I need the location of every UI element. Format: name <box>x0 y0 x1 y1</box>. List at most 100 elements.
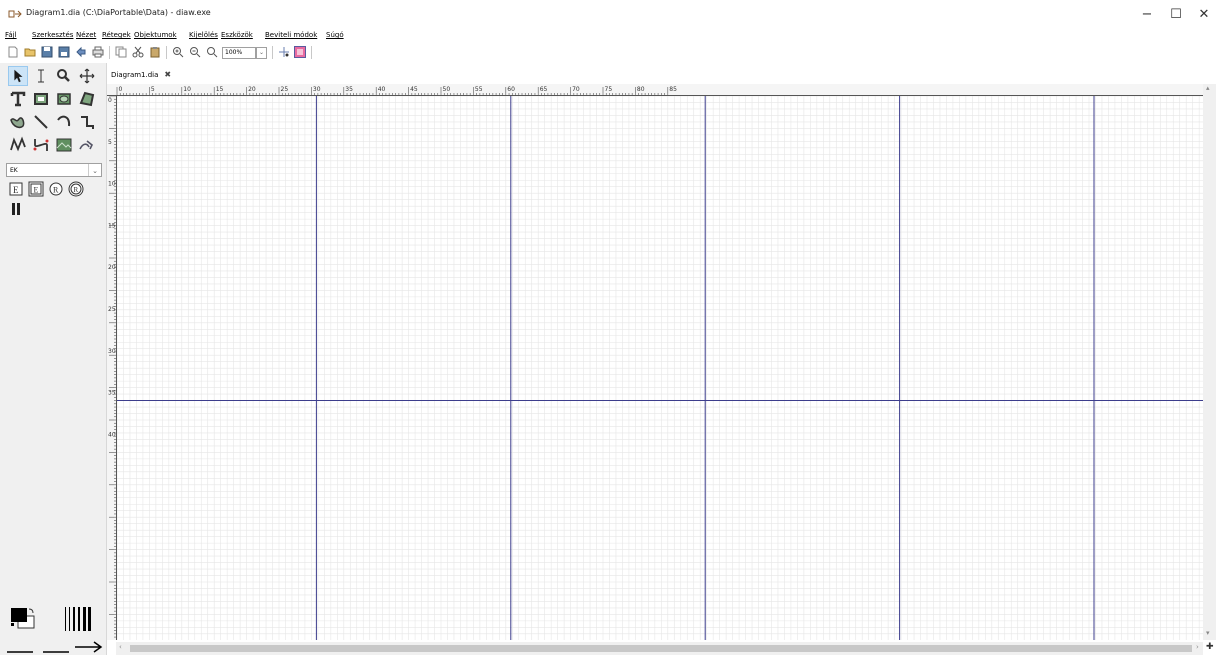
vertical-scrollbar[interactable]: ▴ ▾ <box>1203 84 1216 640</box>
ruler-v-label: 35 <box>108 390 116 397</box>
menu-select[interactable]: Kijelölés <box>189 31 218 39</box>
open-icon[interactable] <box>24 46 36 58</box>
line-icon[interactable] <box>31 112 51 132</box>
ruler-h-label: 80 <box>637 86 645 93</box>
menu-help[interactable]: Súgó <box>326 31 344 39</box>
ruler-h-label: 45 <box>410 86 418 93</box>
zoom-fit-icon[interactable] <box>206 46 218 58</box>
snap-to-objects-icon[interactable] <box>294 46 306 58</box>
canvas-area: 0 5 10 15 20 25 30 35 40 45 50 55 60 65 70 75 80 85 0 5 10 1… <box>107 84 1216 655</box>
svg-text:E: E <box>13 185 19 195</box>
zoom-in-icon[interactable] <box>172 46 184 58</box>
menu-layers[interactable]: Rétegek <box>102 31 131 39</box>
ruler-v-label: 0 <box>108 97 112 104</box>
line-width-selector[interactable] <box>62 605 92 633</box>
ruler-v-label: 10 <box>108 181 116 188</box>
ruler-v-label: 5 <box>108 139 112 146</box>
dia-app-icon <box>8 10 22 18</box>
cut-icon[interactable] <box>132 46 144 58</box>
horizontal-scrollbar[interactable]: ‹ › <box>116 642 1203 655</box>
horizontal-ruler: 0 5 10 15 20 25 30 35 40 45 50 55 60 65 70 75 80 85 <box>107 84 1203 96</box>
toolbox-panel: EK ⌄ E E R R <box>0 63 107 655</box>
toolbar-separator <box>109 46 110 59</box>
diagram-canvas[interactable]: 0 5 10 15 20 25 30 35 40 45 50 55 60 65 70 75 80 85 0 5 10 1… <box>107 84 1216 655</box>
outline-icon[interactable] <box>77 135 97 155</box>
export-icon[interactable] <box>75 46 87 58</box>
attribute-icon[interactable] <box>8 201 24 217</box>
ruler-h-label: 25 <box>281 86 289 93</box>
menu-tools[interactable]: Eszközök <box>221 31 253 39</box>
scroll-down-icon[interactable]: ▾ <box>1206 629 1210 637</box>
menu-objects[interactable]: Objektumok <box>134 31 177 39</box>
save-icon[interactable] <box>41 46 53 58</box>
menu-view[interactable]: Nézet <box>76 31 96 39</box>
menu-edit[interactable]: Szerkesztés <box>32 31 73 39</box>
weak-entity-icon[interactable]: E <box>28 181 44 197</box>
ruler-h-label: 35 <box>345 86 353 93</box>
bezier-line-icon[interactable] <box>31 135 51 155</box>
beziergon-icon[interactable] <box>8 112 28 132</box>
zigzag-line-icon[interactable] <box>77 112 97 132</box>
new-icon[interactable] <box>7 46 19 58</box>
window-title: Diagram1.dia (C:\DiaPortable\Data) - dia… <box>26 8 211 17</box>
tab-close-icon[interactable]: ✖ <box>164 70 171 79</box>
ruler-v-label: 25 <box>108 306 116 313</box>
weak-relationship-icon[interactable]: R <box>68 181 84 197</box>
snap-to-grid-icon[interactable] <box>278 46 290 58</box>
minimize-button[interactable]: − <box>1133 5 1161 25</box>
horizontal-scroll-thumb[interactable] <box>130 645 1192 652</box>
tab-diagram1[interactable]: Diagram1.dia ✖ <box>107 68 175 84</box>
tab-label: Diagram1.dia <box>111 71 159 79</box>
svg-text:R: R <box>53 186 59 195</box>
color-selector[interactable] <box>10 607 36 629</box>
toolbar-separator <box>311 46 312 59</box>
ruler-h-label: 85 <box>669 86 677 93</box>
sheet-selector[interactable]: EK ⌄ <box>6 163 102 177</box>
ruler-h-label: 20 <box>248 86 256 93</box>
image-icon[interactable] <box>54 135 74 155</box>
line-end-selector[interactable] <box>74 639 104 653</box>
svg-text:R: R <box>74 186 79 194</box>
line-start-selector[interactable] <box>6 642 34 653</box>
ruler-h-label: 0 <box>119 86 123 93</box>
zoom-dropdown-button[interactable]: ⌄ <box>256 47 267 59</box>
copy-icon[interactable] <box>115 46 127 58</box>
sheet-selector-value: EK <box>10 167 18 174</box>
navigator-corner-icon[interactable]: ✚ <box>1206 642 1214 652</box>
close-button[interactable]: ✕ <box>1190 5 1216 25</box>
grid <box>116 95 1203 640</box>
polygon-icon[interactable] <box>77 89 97 109</box>
pointer-icon[interactable] <box>8 66 28 86</box>
scroll-left-icon[interactable]: ‹ <box>119 643 122 651</box>
ruler-h-label: 50 <box>443 86 451 93</box>
toolbar-separator <box>166 46 167 59</box>
ellipse-icon[interactable] <box>54 89 74 109</box>
magnify-icon[interactable] <box>54 66 74 86</box>
print-icon[interactable] <box>92 46 104 58</box>
menu-input-methods[interactable]: Beviteli módok <box>265 31 317 39</box>
line-style-selector[interactable] <box>42 642 70 653</box>
menu-file[interactable]: Fájl <box>5 31 17 39</box>
polyline-icon[interactable] <box>8 135 28 155</box>
scroll-icon[interactable] <box>77 66 97 86</box>
entity-icon[interactable]: E <box>8 181 24 197</box>
zoom-input[interactable]: 100% <box>222 47 256 59</box>
relationship-icon[interactable]: R <box>48 181 64 197</box>
maximize-button[interactable]: ☐ <box>1162 5 1190 25</box>
ruler-v-label: 40 <box>108 431 116 438</box>
svg-text:E: E <box>34 186 39 195</box>
scroll-up-icon[interactable]: ▴ <box>1206 84 1210 92</box>
paste-icon[interactable] <box>149 46 161 58</box>
save-as-icon[interactable] <box>58 46 70 58</box>
text-edit-icon[interactable] <box>31 66 51 86</box>
zoom-out-icon[interactable] <box>189 46 201 58</box>
box-icon[interactable] <box>31 89 51 109</box>
ruler-h-label: 40 <box>378 86 386 93</box>
ruler-h-label: 60 <box>507 86 515 93</box>
sheet-dropdown-icon[interactable]: ⌄ <box>88 164 101 176</box>
text-icon[interactable] <box>8 89 28 109</box>
ruler-h-label: 10 <box>183 86 191 93</box>
title-bar: Diagram1.dia (C:\DiaPortable\Data) - dia… <box>0 0 1216 30</box>
arc-icon[interactable] <box>54 112 74 132</box>
scroll-right-icon[interactable]: › <box>1196 643 1199 651</box>
